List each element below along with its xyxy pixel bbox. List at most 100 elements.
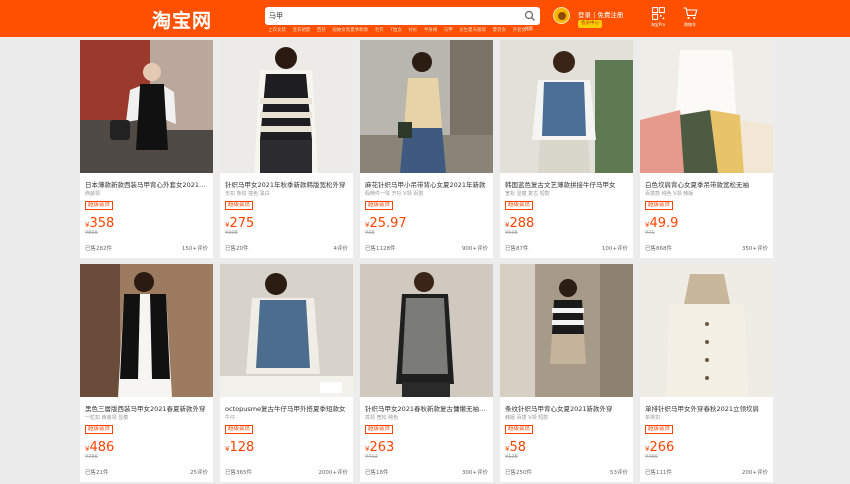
hot-word[interactable]: 半身裙 bbox=[424, 28, 438, 33]
original-price: ¥486 bbox=[645, 454, 658, 460]
product-tags: 单排扣 bbox=[645, 415, 661, 421]
product-tags: 假两件一体 开衫 V领 百搭 bbox=[365, 191, 424, 197]
product-price: ¥266 bbox=[645, 436, 674, 455]
product-tags: 百搭款 纯色 V领 韩版 bbox=[645, 191, 694, 197]
product-price: ¥49.9 bbox=[645, 212, 678, 231]
product-tags: 无扣 条纹 撞色 黑白 bbox=[225, 191, 270, 197]
product-title[interactable]: 日本薄款新款西装马甲背心外套女2021夏季新款 bbox=[85, 179, 209, 189]
review-count[interactable]: 4评价 bbox=[334, 244, 349, 252]
product-title[interactable]: 针织马甲女2021年秋季新款韩版宽松外穿 bbox=[225, 179, 349, 189]
product-image[interactable] bbox=[220, 40, 353, 173]
product-image[interactable] bbox=[80, 264, 213, 397]
review-count[interactable]: 25评价 bbox=[190, 468, 208, 476]
product-card[interactable]: 针织马甲女2021春秋新款复古慵懒无袖毛衣 高领 宽松 纯色 超级会员 ¥263… bbox=[360, 264, 493, 482]
review-count[interactable]: 2000+评价 bbox=[318, 468, 348, 476]
product-title[interactable]: 韩国蓝色复古文艺薄款拼接牛仔马甲女 bbox=[505, 179, 629, 189]
product-image[interactable] bbox=[640, 40, 773, 173]
hot-word[interactable]: 衬衫 bbox=[408, 28, 417, 33]
product-card[interactable]: 黑色三層版西装马甲女2021春夏新款外穿 一粒扣 西装领 显瘦 超级会员 ¥48… bbox=[80, 264, 213, 482]
hot-word[interactable]: 毛衣 bbox=[375, 28, 384, 33]
hot-word[interactable]: 西装 bbox=[317, 28, 326, 33]
product-tags: 西装领 bbox=[85, 191, 101, 197]
price-value: 266 bbox=[649, 440, 675, 455]
hot-word[interactable]: 女生夏天服装 bbox=[459, 28, 486, 33]
review-count[interactable]: 300+评价 bbox=[462, 468, 488, 476]
sold-count: 已售18件 bbox=[365, 470, 389, 476]
product-card[interactable]: 日本薄款新款西装马甲背心外套女2021夏季新款 西装领 超级会员 ¥358 ¥8… bbox=[80, 40, 213, 258]
product-image[interactable] bbox=[360, 40, 493, 173]
review-count[interactable]: 100+评价 bbox=[602, 244, 628, 252]
hot-word[interactable]: 马甲 bbox=[444, 28, 453, 33]
product-title[interactable]: 白色坎肩背心女夏季吊带款宽松无袖 bbox=[645, 179, 769, 189]
product-image[interactable] bbox=[500, 264, 633, 397]
product-title[interactable]: 单排针织马甲女外穿春秋2021立领坎肩 bbox=[645, 403, 769, 413]
product-card[interactable]: octopusme复古牛仔马甲外搭夏季短款女 牛仔 超级会员 ¥128 已售36… bbox=[220, 264, 353, 482]
hot-word[interactable]: 连衣裙夏 bbox=[292, 28, 310, 33]
original-price: ¥38 bbox=[365, 230, 375, 236]
product-card[interactable]: 麻花针织马甲小吊带背心女夏2021年新款 假两件一体 开衫 V领 百搭 超级会员… bbox=[360, 40, 493, 258]
product-title[interactable]: 针织马甲女2021春秋新款复古慵懒无袖毛衣 bbox=[365, 403, 489, 413]
promo-badge: 超级会员 bbox=[365, 201, 394, 210]
hot-word[interactable]: T恤女 bbox=[390, 28, 402, 33]
product-tags: 高领 宽松 纯色 bbox=[365, 415, 399, 421]
review-count[interactable]: 150+评价 bbox=[182, 244, 208, 252]
product-price: ¥275 bbox=[225, 212, 254, 231]
product-image[interactable] bbox=[640, 264, 773, 397]
product-tags: 一粒扣 西装领 显瘦 bbox=[85, 415, 129, 421]
product-price: ¥128 bbox=[225, 436, 254, 455]
product-price: ¥58 bbox=[505, 436, 526, 455]
product-card[interactable]: 单排针织马甲女外穿春秋2021立领坎肩 单排扣 超级会员 ¥266 ¥486 已… bbox=[640, 264, 773, 482]
qr-code-label: 淘宝Pro bbox=[650, 22, 666, 27]
taobao-logo[interactable]: 淘宝网 bbox=[152, 6, 212, 33]
product-price: ¥486 bbox=[85, 436, 114, 455]
product-title[interactable]: octopusme复古牛仔马甲外搭夏季短款女 bbox=[225, 403, 349, 413]
cart-button[interactable]: 购物车 bbox=[678, 7, 702, 28]
review-count[interactable]: 350+评价 bbox=[742, 244, 768, 252]
sold-count: 已售21件 bbox=[85, 470, 109, 476]
promo-badge: 超级会员 bbox=[505, 201, 534, 210]
hot-word[interactable]: 外套女 bbox=[513, 28, 527, 33]
product-image[interactable] bbox=[360, 264, 493, 397]
product-image[interactable] bbox=[80, 40, 213, 173]
sold-count: 已售87件 bbox=[505, 246, 529, 252]
qr-code-icon bbox=[651, 7, 665, 20]
hot-word[interactable]: 夏装女 bbox=[493, 28, 507, 33]
product-title[interactable]: 麻花针织马甲小吊带背心女夏2021年新款 bbox=[365, 179, 489, 189]
promo-badge: 超级会员 bbox=[505, 425, 534, 434]
product-title[interactable]: 条纹针织马甲背心女夏2021新款外穿 bbox=[505, 403, 629, 413]
qr-code-button[interactable]: 淘宝Pro bbox=[646, 7, 670, 28]
user-avatar-icon[interactable] bbox=[553, 7, 570, 24]
original-price: ¥412 bbox=[365, 454, 378, 460]
search-box[interactable] bbox=[265, 7, 540, 25]
sold-count: 已售111件 bbox=[645, 470, 672, 476]
promo-badge: 超级会员 bbox=[85, 425, 114, 434]
promo-badge: 超级会员 bbox=[365, 425, 394, 434]
product-title[interactable]: 黑色三層版西装马甲女2021春夏新款外穿 bbox=[85, 403, 209, 413]
search-icon[interactable] bbox=[524, 10, 536, 22]
sold-count: 已售250件 bbox=[505, 470, 532, 476]
price-value: 288 bbox=[509, 216, 535, 231]
login-register-link[interactable]: 登录 | 免费注册 bbox=[578, 9, 623, 19]
sold-count: 已售282件 bbox=[85, 246, 112, 252]
sold-count: 已售20件 bbox=[225, 246, 249, 252]
hot-word[interactable]: 短袖女装夏季新款 bbox=[332, 28, 368, 33]
product-card[interactable]: 韩国蓝色复古文艺薄款拼接牛仔马甲女 宽松 显瘦 复古 短款 超级会员 ¥288 … bbox=[500, 40, 633, 258]
price-value: 49.9 bbox=[649, 216, 679, 231]
member-center-badge[interactable]: 会员中心 bbox=[578, 20, 602, 28]
product-tags: 宽松 显瘦 复古 短款 bbox=[505, 191, 550, 197]
product-card[interactable]: 针织马甲女2021年秋季新款韩版宽松外穿 无扣 条纹 撞色 黑白 超级会员 ¥2… bbox=[220, 40, 353, 258]
promo-badge: 超级会员 bbox=[85, 201, 114, 210]
product-card[interactable]: 条纹针织马甲背心女夏2021新款外穿 韩版 百搭 V领 短款 超级会员 ¥58 … bbox=[500, 264, 633, 482]
product-image[interactable] bbox=[220, 264, 353, 397]
cart-label: 购物车 bbox=[684, 22, 696, 27]
review-count[interactable]: 200+评价 bbox=[742, 468, 768, 476]
review-count[interactable]: 900+评价 bbox=[462, 244, 488, 252]
product-card[interactable]: 白色坎肩背心女夏季吊带款宽松无袖 百搭款 纯色 V领 韩版 超级会员 ¥49.9… bbox=[640, 40, 773, 258]
hot-word[interactable]: 上衣女装 bbox=[268, 28, 286, 33]
price-value: 25.97 bbox=[369, 216, 407, 231]
product-image[interactable] bbox=[500, 40, 633, 173]
promo-badge: 超级会员 bbox=[645, 425, 674, 434]
product-price: ¥358 bbox=[85, 212, 114, 231]
review-count[interactable]: 53评价 bbox=[610, 468, 628, 476]
search-input[interactable] bbox=[269, 9, 519, 23]
